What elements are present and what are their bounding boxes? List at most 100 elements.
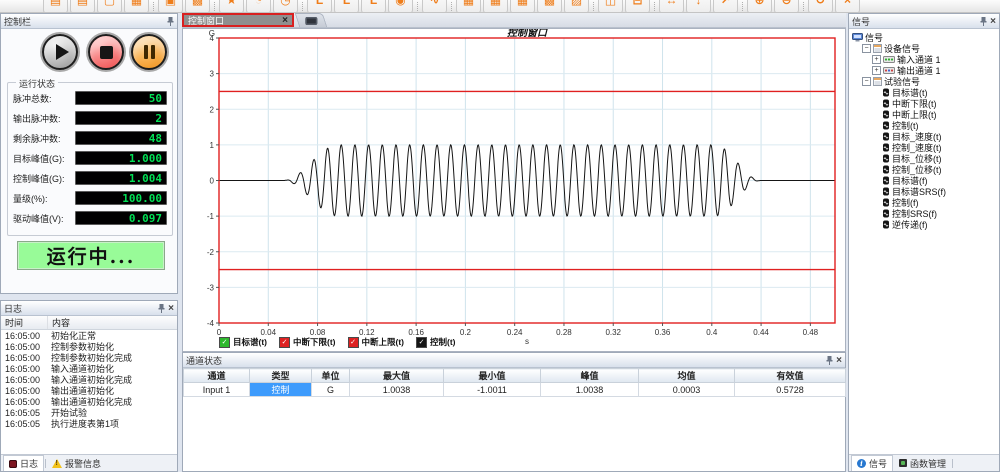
tree-item[interactable]: 中断上限(t) [849,109,999,120]
running-status-banner: 运行中... [17,241,165,270]
split-horizontal-icon: ◫ [605,0,616,7]
tree-item[interactable]: 目标谱SRS(f) [849,186,999,197]
tree-item[interactable]: +输出通道 1 [849,65,999,76]
pin-icon[interactable] [980,17,987,26]
stop-icon [100,46,113,59]
field-label: 驱动峰值(V): [13,212,64,225]
collapse-icon[interactable]: − [862,44,871,53]
tab-alarm-info[interactable]: 报警信息 [47,456,106,470]
expand-icon[interactable]: + [872,66,881,75]
tab-new-chart-window[interactable] [295,13,328,27]
tab-control-window[interactable]: 控制窗口 × [182,13,294,27]
toolbar-button-open-window[interactable]: ↗ [713,0,738,13]
channel-status-header: 通道状态 × [183,353,845,368]
field-value-display: 1.004 [75,171,167,185]
toolbar-button-plot-log[interactable]: L [334,0,359,13]
signal-panel-tabs: i 信号 函数管理 [849,454,999,471]
tree-item[interactable]: 信号 [849,32,999,43]
expand-icon[interactable]: + [872,55,881,64]
log-row[interactable]: 16:05:05执行进度表第1项 [1,418,177,429]
status-field-row: 脉冲总数:50 [13,88,167,108]
field-label: 输出脉冲数: [13,112,61,125]
tab-log[interactable]: 日志 [3,455,44,471]
legend-checkbox[interactable]: ✓ [416,337,427,348]
status-field-row: 剩余脉冲数:48 [13,128,167,148]
signal-icon [882,110,890,119]
toolbar-button-file-save[interactable]: ▦ [124,0,149,13]
legend-checkbox[interactable]: ✓ [219,337,230,348]
pause-button[interactable] [131,34,167,70]
tree-item[interactable]: 逆传递(f) [849,219,999,230]
file-open-icon: ▤ [77,0,88,7]
field-label: 量级(%): [13,192,48,205]
undo-icon: ↺ [815,0,825,7]
collapse-icon[interactable]: − [862,77,871,86]
toolbar-button-waveform-view[interactable]: ∿ [422,0,447,13]
toolbar-button-pie-view[interactable]: ◔ [246,0,271,13]
toolbar-button-chart-report[interactable]: ▨ [564,0,589,13]
waveform-view-icon: ∿ [429,0,439,7]
channel-cell: 控制 [250,383,312,397]
waveform-plot[interactable]: 00.040.080.120.160.20.240.280.320.360.40… [183,29,845,351]
toolbar-button-plot-linear[interactable]: L [307,0,332,13]
legend-checkbox[interactable]: ✓ [279,337,290,348]
close-icon[interactable]: × [990,17,996,26]
toolbar-button-undo[interactable]: ↺ [808,0,833,13]
svg-text:-1: -1 [207,212,215,221]
open-window-icon: ↗ [720,0,730,7]
column-header: 通道 [184,369,250,383]
signal-panel-title: 信号 [852,15,870,28]
toolbar-button-split-horizontal[interactable]: ◫ [598,0,623,13]
toolbar-button-matrix-view[interactable]: ▦ [483,0,508,13]
toolbar-button-favorites[interactable]: ★ [219,0,244,13]
toolbar-button-grid-report[interactable]: ▩ [537,0,562,13]
toolbar-button-window-layout[interactable]: ▣ [158,0,183,13]
zoom-out-icon: ⊖ [781,0,791,7]
toolbar-button-table-view[interactable]: ▦ [456,0,481,13]
toolbar-button-close[interactable]: × [835,0,860,13]
pin-icon[interactable] [167,17,174,26]
toolbar-button-file-open[interactable]: ▤ [70,0,95,13]
status-field-row: 目标峰值(G):1.000 [13,148,167,168]
toolbar-button-file-close[interactable]: ▢ [97,0,122,13]
tree-item-label: 信号 [865,31,883,44]
toolbar-button-schedule-clock[interactable]: ◷ [273,0,298,13]
log-time: 16:05:00 [1,386,47,396]
toolbar-button-file-new[interactable]: ▤ [43,0,68,13]
toolbar-button-plot-db[interactable]: L [361,0,386,13]
schedule-clock-icon: ◷ [280,0,290,7]
channel-cell: 0.5728 [735,383,846,397]
toolbar-button-plot-polar[interactable]: ◉ [388,0,413,13]
toolbar-button-zoom-out[interactable]: ⊖ [774,0,799,13]
tab-signal[interactable]: i 信号 [851,455,893,471]
start-button[interactable] [42,34,78,70]
toolbar-separator [803,2,804,11]
signal-panel: 信号 × 信号−设备信号+输入通道 1+输出通道 1−试验信号目标谱(t)中断下… [848,13,1000,472]
pin-icon[interactable] [158,304,165,313]
log-time: 16:05:00 [1,364,47,374]
close-icon[interactable]: × [168,304,174,313]
legend-checkbox[interactable]: ✓ [348,337,359,348]
legend-label: 中断上限(t) [362,336,405,348]
toolbar-button-zoom-in[interactable]: ⊕ [747,0,772,13]
info-icon: i [857,459,866,468]
signal-icon [882,121,890,130]
status-field-row: 控制峰值(G):1.004 [13,168,167,188]
close-icon[interactable]: × [282,16,288,25]
tree-item-label: 逆传递(f) [892,218,928,231]
toolbar-button-fit-height[interactable]: ↕ [686,0,711,13]
column-header: 有效值 [735,369,846,383]
pin-icon[interactable] [826,356,833,365]
toolbar-button-window-grid[interactable]: ▩ [185,0,210,13]
input-icon [883,56,895,63]
close-icon[interactable]: × [836,356,842,365]
log-time: 16:05:05 [1,419,47,429]
toolbar-button-channel-table[interactable]: ▦ [510,0,535,13]
toolbar-button-split-vertical[interactable]: ⊟ [625,0,650,13]
channel-row[interactable]: Input 1控制G1.0038-1.00111.00380.00030.572… [184,383,846,397]
stop-button[interactable] [88,34,124,70]
toolbar-button-fit-width[interactable]: ↔ [659,0,684,13]
tab-function-manager[interactable]: 函数管理 [894,456,951,470]
field-value-display: 1.000 [75,151,167,165]
column-header: 类型 [250,369,312,383]
